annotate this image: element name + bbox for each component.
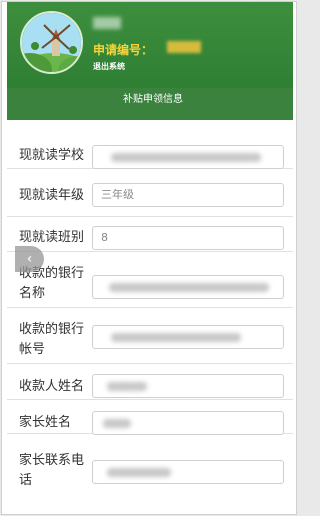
bank-name-input[interactable] (92, 275, 284, 299)
section-title: 补贴申领信息 (123, 94, 183, 105)
parent-name-input[interactable] (92, 411, 284, 435)
avatar (20, 11, 83, 74)
field-bank-name: 收款的银行名称 (7, 252, 293, 308)
grade-input[interactable]: 三年级 (92, 183, 284, 207)
field-label-grade: 现就读年级 (19, 188, 85, 203)
windmill-icon (22, 13, 81, 72)
chevron-left-icon: ‹ (26, 251, 33, 267)
field-label-bank-account: 收款的银行帐号 (19, 322, 85, 357)
bank-account-input[interactable] (92, 325, 284, 349)
logout-link[interactable]: 退出系统 (93, 61, 125, 72)
username-redacted (93, 17, 121, 29)
class-input[interactable]: 8 (92, 226, 284, 250)
field-bank-account: 收款的银行帐号 (7, 308, 293, 364)
field-parent-phone: 家长联系电话 (7, 434, 293, 500)
parent-phone-input[interactable] (92, 460, 284, 484)
field-label-payee-name: 收款人姓名 (19, 379, 85, 394)
school-input[interactable] (92, 145, 284, 169)
payee-name-input[interactable] (92, 374, 284, 398)
field-label-school: 现就读学校 (19, 148, 85, 163)
field-label-parent-phone: 家长联系电话 (19, 453, 85, 488)
back-button[interactable]: ‹ (15, 246, 44, 272)
profile-header: 申请编号： 退出系统 (7, 2, 293, 88)
app-frame: 申请编号： 退出系统 补贴申领信息 现就读学校 现就读年级 三年级 现就读班别 … (1, 1, 297, 515)
section-header: 补贴申领信息 (7, 88, 293, 120)
field-payee-name: 收款人姓名 (7, 364, 293, 400)
field-label-class: 现就读班别 (19, 230, 85, 245)
field-label-parent-name: 家长姓名 (19, 415, 72, 430)
field-class: 现就读班别 8 (7, 217, 293, 252)
field-grade: 现就读年级 三年级 (7, 169, 293, 217)
field-parent-name: 家长姓名 (7, 400, 293, 435)
application-id-label: 申请编号： (93, 43, 154, 57)
field-school: 现就读学校 (7, 122, 293, 169)
application-id-redacted (167, 41, 201, 53)
